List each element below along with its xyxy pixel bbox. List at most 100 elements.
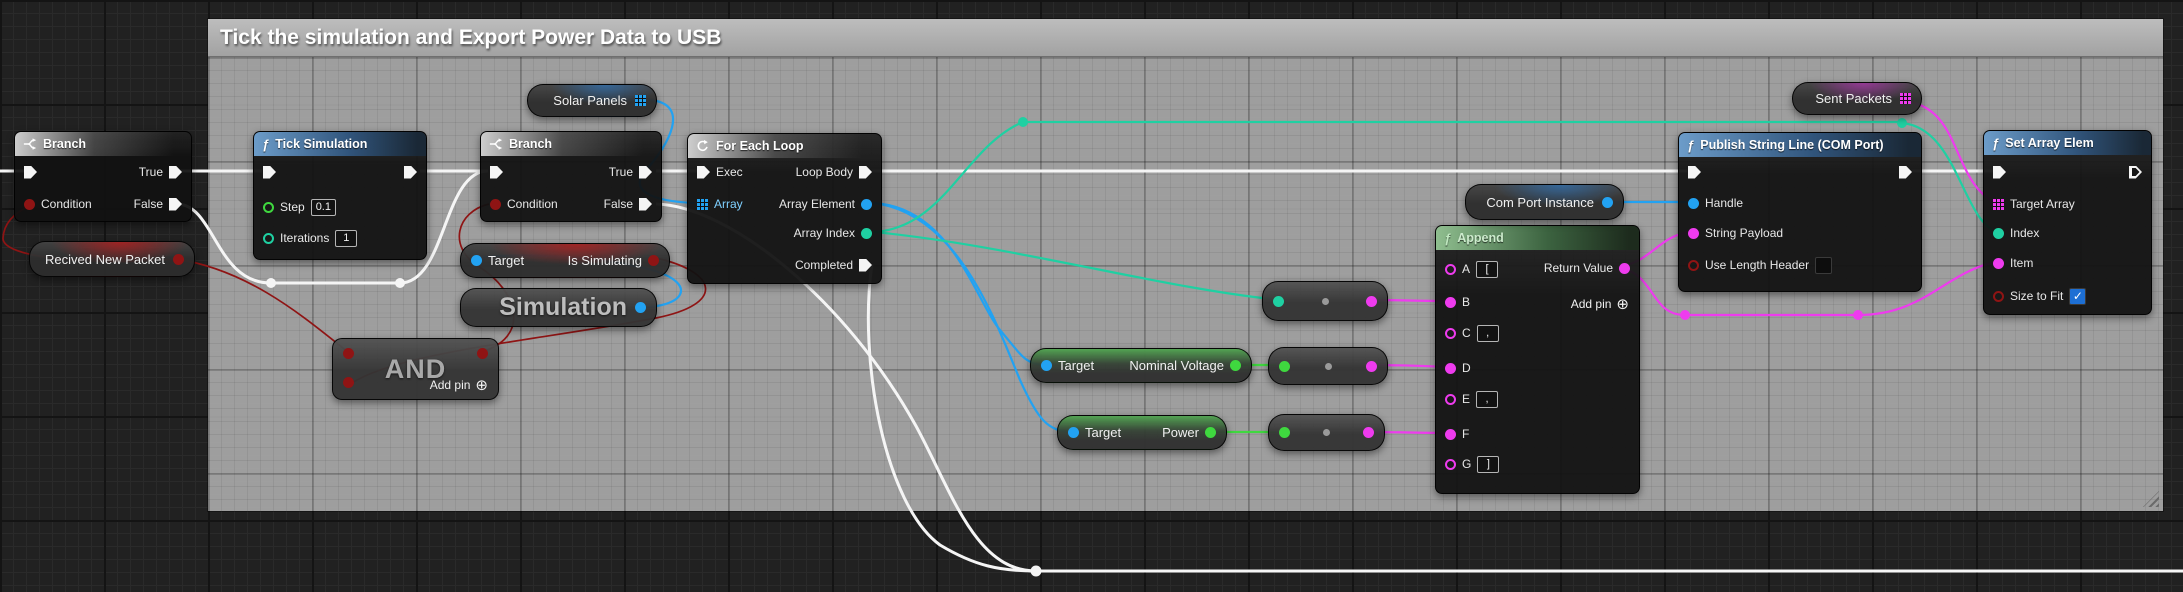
wire-int-index-up[interactable] <box>874 122 1023 232</box>
size-to-fit-checkbox[interactable]: ✓ <box>2069 288 2086 305</box>
append-f-pin[interactable] <box>1445 429 1456 440</box>
exec-out-pin[interactable] <box>1899 166 1912 179</box>
iterations-pin[interactable] <box>263 233 274 244</box>
bool-out-pin[interactable] <box>173 254 184 265</box>
iterations-value-input[interactable]: 1 <box>335 230 357 247</box>
node-for-each-loop[interactable]: For Each Loop Exec Loop Body Array Array… <box>687 133 882 284</box>
and-in-a-pin[interactable] <box>343 348 354 359</box>
add-pin-button[interactable]: Add pin ⊕ <box>430 376 488 394</box>
and-in-b-pin[interactable] <box>343 377 354 388</box>
exec-in-pin[interactable] <box>697 166 710 179</box>
target-pin[interactable] <box>471 255 482 266</box>
completed-pin[interactable] <box>859 259 872 272</box>
string-out-pin[interactable] <box>1363 427 1374 438</box>
conversion-dot-icon <box>1322 298 1329 305</box>
condition-pin[interactable] <box>490 199 501 210</box>
node-get-nominal-voltage[interactable]: Target Nominal Voltage <box>1030 348 1252 383</box>
node-sent-packets[interactable]: Sent Packets <box>1792 82 1922 115</box>
wire-obj-elem-power[interactable] <box>874 203 1071 432</box>
node-is-simulating[interactable]: Target Is Simulating <box>460 243 670 278</box>
condition-pin[interactable] <box>24 199 35 210</box>
item-pin[interactable] <box>1993 258 2004 269</box>
append-d-pin[interactable] <box>1445 363 1456 374</box>
pin-label: False <box>134 197 163 211</box>
blueprint-canvas[interactable]: Tick the simulation and Export Power Dat… <box>0 0 2183 592</box>
reroute-node-string[interactable] <box>1853 310 1863 320</box>
step-pin[interactable] <box>263 202 274 213</box>
node-solar-panels[interactable]: Solar Panels <box>527 84 657 117</box>
append-b-pin[interactable] <box>1445 297 1456 308</box>
float-in-pin[interactable] <box>1279 361 1290 372</box>
exec-out-pin[interactable] <box>404 166 417 179</box>
array-in-pin[interactable] <box>697 199 708 210</box>
node-append[interactable]: ƒ Append A[ B C, D E, F G] Return Value … <box>1435 225 1640 494</box>
exec-false-pin[interactable] <box>169 198 182 211</box>
and-out-pin[interactable] <box>477 348 488 359</box>
int-in-pin[interactable] <box>1273 296 1284 307</box>
bool-out-pin[interactable] <box>648 255 659 266</box>
node-tostring-float-2[interactable] <box>1268 414 1385 451</box>
string-out-pin[interactable] <box>1366 296 1377 307</box>
reroute-node-exec[interactable] <box>266 278 276 288</box>
wire-bool-packet-and[interactable] <box>176 259 348 352</box>
return-value-pin[interactable] <box>1619 263 1630 274</box>
reroute-node-exec[interactable] <box>395 278 405 288</box>
node-set-array-elem[interactable]: ƒ Set Array Elem Target Array Index Item… <box>1983 130 2152 315</box>
exec-in-pin[interactable] <box>1688 166 1701 179</box>
array-element-pin[interactable] <box>861 199 872 210</box>
wire-bool-and-branch2[interactable] <box>459 204 513 352</box>
reroute-node-int[interactable] <box>1018 117 1028 127</box>
wire-exec-completed-down[interactable] <box>868 264 1036 571</box>
array-out-pin[interactable] <box>1900 93 1911 104</box>
size-to-fit-pin[interactable] <box>1993 291 2004 302</box>
target-pin[interactable] <box>1068 427 1079 438</box>
node-tostring-int[interactable] <box>1262 281 1388 321</box>
node-tostring-float-1[interactable] <box>1268 347 1388 385</box>
target-array-pin[interactable] <box>1993 199 2004 210</box>
object-out-pin[interactable] <box>635 302 646 313</box>
reroute-node-string[interactable] <box>1680 310 1690 320</box>
handle-pin[interactable] <box>1688 198 1699 209</box>
node-recived-new-packet[interactable]: Recived New Packet <box>29 241 195 277</box>
node-branch-2[interactable]: Branch True Condition False <box>480 131 662 222</box>
array-index-pin[interactable] <box>861 228 872 239</box>
reroute-node-int[interactable] <box>1897 118 1907 128</box>
node-tick-simulation[interactable]: ƒ Tick Simulation Step 0.1 Iterations 1 <box>253 131 427 260</box>
exec-in-pin[interactable] <box>1993 166 2006 179</box>
node-simulation[interactable]: Simulation <box>460 288 657 327</box>
exec-in-pin[interactable] <box>490 166 503 179</box>
index-pin[interactable] <box>1993 228 2004 239</box>
exec-true-pin[interactable] <box>169 166 182 179</box>
array-out-pin[interactable] <box>635 95 646 106</box>
append-g-value[interactable]: ] <box>1477 456 1499 473</box>
float-in-pin[interactable] <box>1279 427 1290 438</box>
append-g-pin[interactable] <box>1445 459 1456 470</box>
append-e-value[interactable]: , <box>1476 391 1498 408</box>
exec-in-pin[interactable] <box>24 166 37 179</box>
step-value-input[interactable]: 0.1 <box>311 199 336 216</box>
node-com-port-instance[interactable]: Com Port Instance <box>1465 184 1624 220</box>
add-pin-button[interactable]: Add pin ⊕ <box>1571 295 1629 313</box>
node-branch-1[interactable]: Branch True Condition False <box>14 131 192 222</box>
append-c-value[interactable]: , <box>1477 325 1499 342</box>
node-get-power[interactable]: Target Power <box>1057 415 1227 450</box>
target-pin[interactable] <box>1041 360 1052 371</box>
loop-body-pin[interactable] <box>859 166 872 179</box>
float-out-pin[interactable] <box>1205 427 1216 438</box>
reroute-node-exec[interactable] <box>1031 566 1042 577</box>
exec-out-pin[interactable] <box>2129 166 2142 179</box>
wire-int-index-tostring[interactable] <box>874 232 1280 300</box>
append-e-pin[interactable] <box>1445 394 1456 405</box>
node-publish-string-line[interactable]: ƒ Publish String Line (COM Port) Handle … <box>1678 132 1922 292</box>
exec-true-pin[interactable] <box>639 166 652 179</box>
exec-in-pin[interactable] <box>263 166 276 179</box>
object-out-pin[interactable] <box>1602 197 1613 208</box>
node-and[interactable]: AND Add pin ⊕ <box>332 338 499 400</box>
append-c-pin[interactable] <box>1445 328 1456 339</box>
use-length-header-checkbox[interactable] <box>1815 257 1832 274</box>
string-payload-pin[interactable] <box>1688 228 1699 239</box>
use-length-header-pin[interactable] <box>1688 260 1699 271</box>
exec-false-pin[interactable] <box>639 198 652 211</box>
float-out-pin[interactable] <box>1230 360 1241 371</box>
string-out-pin[interactable] <box>1366 361 1377 372</box>
